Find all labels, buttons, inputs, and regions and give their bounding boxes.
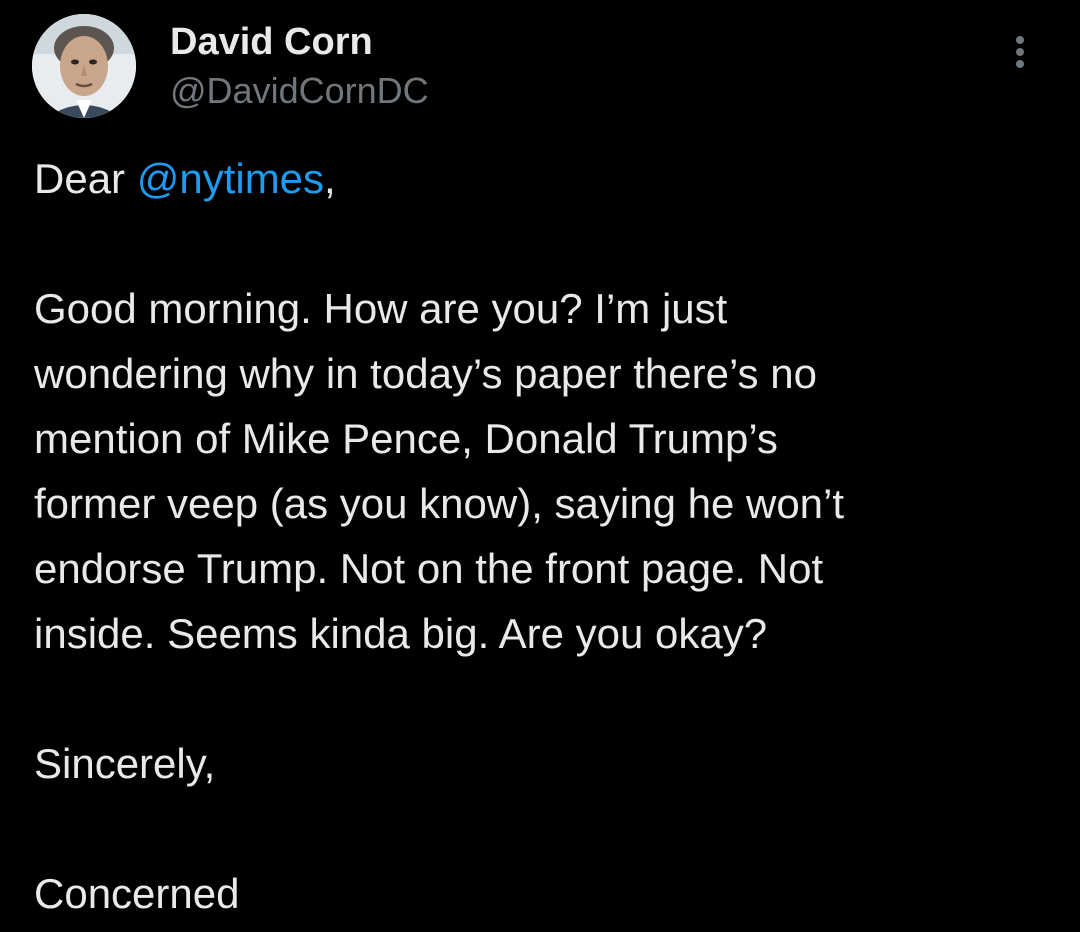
body-line: wondering why in today’s paper there’s n… — [34, 350, 817, 397]
body-line: former veep (as you know), saying he won… — [34, 480, 845, 527]
body-line: endorse Trump. Not on the front page. No… — [34, 545, 824, 592]
more-vertical-icon — [1016, 48, 1024, 56]
user-names: David Corn @DavidCornDC — [170, 20, 429, 116]
greeting-prefix: Dear — [34, 155, 137, 202]
signature-line: Concerned — [34, 870, 240, 917]
greeting-suffix: , — [324, 155, 336, 202]
avatar[interactable] — [32, 14, 136, 118]
body-line: inside. Seems kinda big. Are you okay? — [34, 610, 768, 657]
greeting-line: Dear @nytimes, — [34, 146, 1044, 211]
body-line: Good morning. How are you? I’m just — [34, 285, 728, 332]
more-vertical-icon — [1016, 60, 1024, 68]
tweet-header: David Corn @DavidCornDC — [32, 14, 1048, 124]
mention-link[interactable]: @nytimes — [137, 155, 324, 202]
tweet: David Corn @DavidCornDC Dear @nytimes, G… — [0, 0, 1080, 932]
display-name[interactable]: David Corn — [170, 20, 429, 64]
closing-line: Sincerely, — [34, 740, 216, 787]
more-vertical-icon — [1016, 36, 1024, 44]
more-options-button[interactable] — [1008, 36, 1032, 76]
user-handle[interactable]: @DavidCornDC — [170, 66, 429, 116]
profile-photo-icon — [32, 14, 136, 118]
body-line: mention of Mike Pence, Donald Trump’s — [34, 415, 778, 462]
tweet-text: Dear @nytimes, Good morning. How are you… — [34, 146, 1044, 926]
